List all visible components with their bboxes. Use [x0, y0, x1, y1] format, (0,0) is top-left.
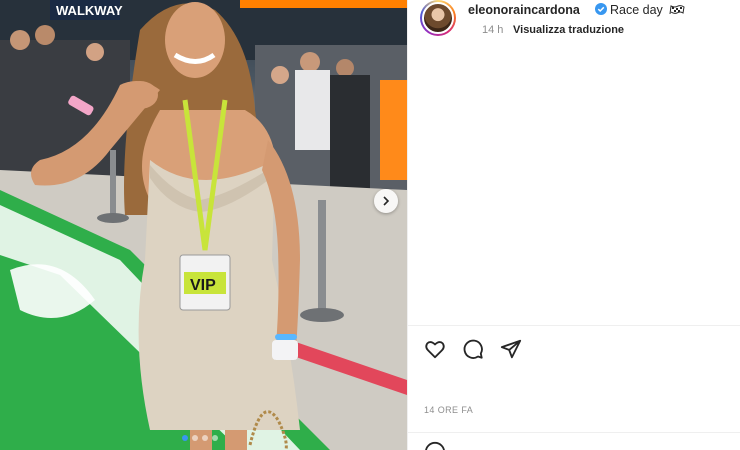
post-sidebar: eleonoraincardona Race day 14 h Visualiz…: [407, 0, 740, 450]
carousel-dot: [212, 435, 218, 441]
carousel-dot: [202, 435, 208, 441]
carousel-indicator: [182, 435, 218, 441]
divider: [408, 325, 740, 326]
flag-icon: [669, 5, 685, 15]
emoji-icon[interactable]: [424, 441, 446, 450]
avatar-image: [422, 2, 454, 34]
avatar[interactable]: [420, 0, 456, 36]
post-timestamp: 14 ORE FA: [424, 405, 474, 415]
username-link[interactable]: eleonoraincardona: [468, 3, 580, 17]
divider: [408, 432, 740, 433]
vip-badge-text: VIP: [190, 277, 216, 294]
carousel-dot: [182, 435, 188, 441]
post-header: eleonoraincardona Race day 14 h Visualiz…: [420, 0, 735, 38]
translate-link[interactable]: Visualizza traduzione: [513, 24, 624, 36]
post-time: 14 h: [482, 24, 504, 36]
comment-icon[interactable]: [462, 338, 484, 360]
carousel-next-button[interactable]: [374, 189, 398, 213]
photo-scene: WALKWAY VIP: [0, 0, 407, 450]
post-actions: [424, 338, 522, 360]
share-icon[interactable]: [500, 338, 522, 360]
post-caption: Race day: [610, 3, 663, 17]
chevron-right-icon: [383, 196, 390, 206]
walkway-banner-text: WALKWAY: [56, 3, 123, 18]
carousel-dot: [192, 435, 198, 441]
post-photo[interactable]: WALKWAY VIP: [0, 0, 407, 450]
heart-icon[interactable]: [424, 338, 446, 360]
verified-badge-icon: [595, 3, 607, 15]
